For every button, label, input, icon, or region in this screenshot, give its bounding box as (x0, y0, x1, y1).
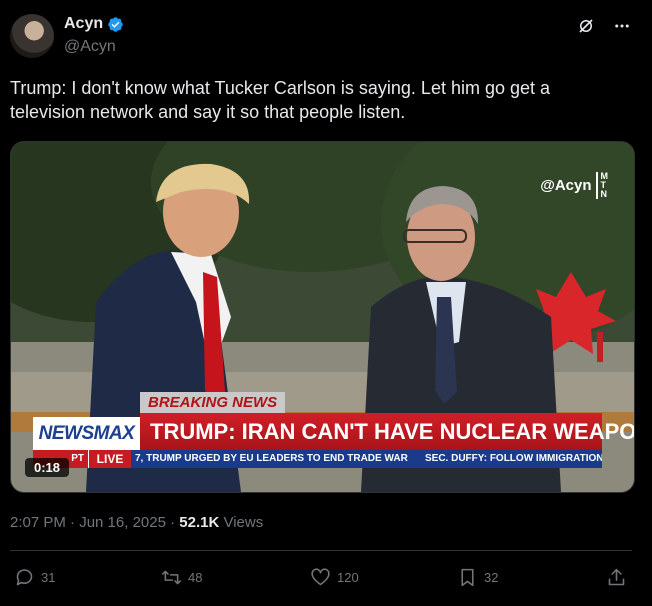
like-button[interactable]: 120 (310, 567, 359, 588)
views-count: 52.1K (179, 514, 220, 531)
tweet-text: Trump: I don't know what Tucker Carlson … (10, 78, 551, 122)
reply-icon (16, 569, 33, 586)
divider (10, 550, 632, 551)
bookmark-button[interactable]: 32 (457, 567, 498, 588)
tweet-meta: 2:07 PM · Jun 16, 2025 · 52.1K Views (10, 514, 263, 531)
avatar[interactable] (10, 14, 54, 58)
share-button[interactable] (606, 567, 627, 588)
grok-icon[interactable] (576, 16, 596, 36)
reply-count: 31 (41, 570, 56, 585)
watermark-handle: @Acyn (540, 177, 592, 194)
repost-icon (161, 570, 182, 585)
ticker-item: 7, TRUMP URGED BY EU LEADERS TO END TRAD… (135, 453, 408, 464)
repost-button[interactable]: 48 (161, 567, 202, 588)
video-player[interactable]: @Acyn M T N BREAKING NEWS NEWSMAX TRUMP:… (10, 141, 635, 493)
bookmark-icon (461, 568, 474, 587)
heart-icon (311, 568, 330, 586)
video-duration-badge: 0:18 (25, 458, 70, 477)
news-ticker: PT LIVE 7, TRUMP URGED BY EU LEADERS TO … (33, 450, 602, 468)
author-handle[interactable]: @Acyn (64, 38, 116, 56)
verified-badge-icon (108, 16, 123, 32)
views-label: Views (219, 514, 264, 531)
tweet: Acyn @Acyn Trump: I don't know what Tuck… (0, 0, 652, 606)
repost-count: 48 (188, 570, 203, 585)
live-badge: LIVE (88, 450, 131, 468)
more-options-icon[interactable] (612, 16, 632, 36)
news-chyron: BREAKING NEWS NEWSMAX TRUMP: IRAN CAN'T … (11, 392, 634, 492)
ticker-item: SEC. DUFFY: FOLLOW IMMIGRATION (425, 453, 602, 464)
reply-button[interactable]: 31 (14, 567, 55, 588)
share-icon (608, 568, 625, 586)
chyron-headline: TRUMP: IRAN CAN'T HAVE NUCLEAR WEAPON (140, 413, 634, 450)
author-name-row[interactable]: Acyn (64, 15, 124, 33)
network-logo: NEWSMAX (33, 417, 140, 450)
mtn-logo: M T N (595, 172, 608, 199)
breaking-news-label: BREAKING NEWS (140, 392, 286, 413)
video-watermark: @Acyn M T N (540, 172, 608, 199)
action-bar: 31 48 120 32 (14, 567, 632, 591)
top-actions (576, 16, 632, 36)
like-count: 120 (337, 570, 359, 585)
bookmark-count: 32 (484, 570, 499, 585)
author-display-name[interactable]: Acyn (64, 15, 103, 33)
timestamp[interactable]: 2:07 PM · Jun 16, 2025 · (10, 514, 179, 531)
